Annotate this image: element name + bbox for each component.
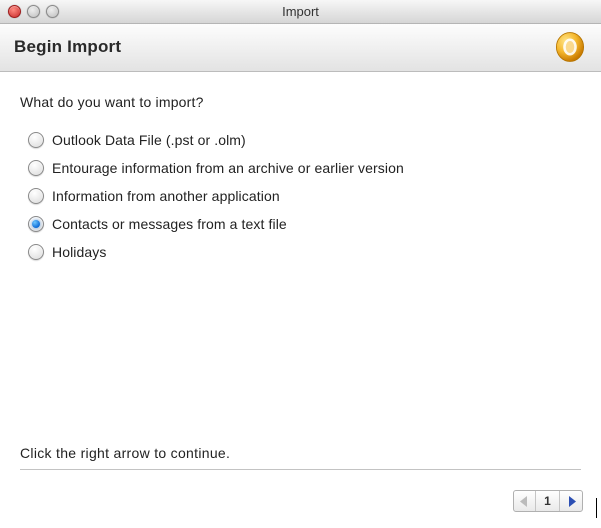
wizard-footer: Click the right arrow to continue. [20,445,581,470]
import-prompt: What do you want to import? [20,94,581,110]
import-options-group: Outlook Data File (.pst or .olm) Entoura… [28,132,581,260]
option-other-application[interactable]: Information from another application [28,188,581,204]
window-titlebar: Import [0,0,601,24]
outlook-logo-icon [553,30,587,64]
option-entourage-archive[interactable]: Entourage information from an archive or… [28,160,581,176]
text-caret [596,498,597,518]
option-label: Outlook Data File (.pst or .olm) [52,132,246,148]
radio-icon [28,188,44,204]
wizard-header: Begin Import [0,24,601,72]
option-text-file[interactable]: Contacts or messages from a text file [28,216,581,232]
chevron-right-icon [567,496,576,507]
continue-hint: Click the right arrow to continue. [20,445,581,469]
zoom-window-button[interactable] [46,5,59,18]
option-label: Entourage information from an archive or… [52,160,404,176]
window-controls [8,5,59,18]
option-label: Contacts or messages from a text file [52,216,287,232]
chevron-left-icon [520,496,529,507]
next-page-button[interactable] [560,491,582,511]
page-number: 1 [536,491,560,511]
radio-icon [28,160,44,176]
option-holidays[interactable]: Holidays [28,244,581,260]
minimize-window-button[interactable] [27,5,40,18]
radio-icon [28,132,44,148]
footer-divider [20,469,581,470]
page-title: Begin Import [14,37,121,57]
option-label: Information from another application [52,188,280,204]
radio-icon [28,244,44,260]
window-title: Import [0,4,601,19]
prev-page-button[interactable] [514,491,536,511]
wizard-content: What do you want to import? Outlook Data… [0,72,601,270]
close-window-button[interactable] [8,5,21,18]
radio-icon [28,216,44,232]
option-label: Holidays [52,244,107,260]
option-outlook-data-file[interactable]: Outlook Data File (.pst or .olm) [28,132,581,148]
wizard-pager: 1 [513,490,583,512]
